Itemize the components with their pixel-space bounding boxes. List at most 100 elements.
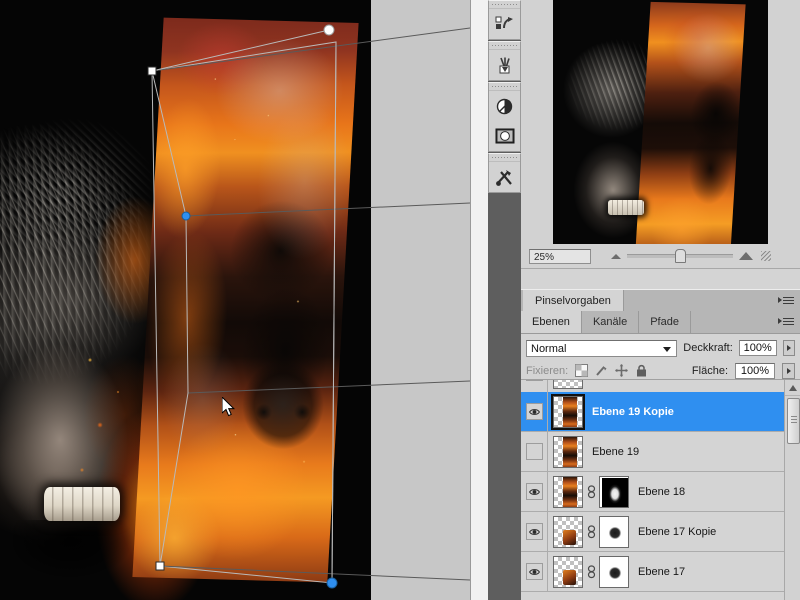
mask-link-icon[interactable] <box>587 484 596 499</box>
tab-pfade[interactable]: Pfade <box>639 311 691 333</box>
eye-icon[interactable] <box>525 443 543 460</box>
layers-panel-menu-icon[interactable] <box>778 316 794 328</box>
dock-grip[interactable] <box>489 1 520 9</box>
mask-content <box>608 525 623 541</box>
spark-particles <box>132 17 359 583</box>
adjustments-icon[interactable] <box>489 91 520 121</box>
layer-mask-thumbnail[interactable] <box>599 515 629 548</box>
thumbnail-content <box>563 529 576 545</box>
scroll-up-button[interactable] <box>785 380 800 396</box>
layer-visibility-toggle[interactable] <box>521 432 548 471</box>
zoom-slider-track[interactable] <box>627 249 733 263</box>
layer-name: Ebene 17 Kopie <box>638 525 717 538</box>
layer-visibility-toggle[interactable] <box>521 380 548 392</box>
brush-presets-panel-bar: Pinselvorgaben <box>521 289 800 313</box>
dock-group-tools <box>488 153 521 193</box>
layer-row[interactable]: Ebene 17 <box>521 552 785 592</box>
layer-visibility-toggle[interactable] <box>521 472 548 511</box>
photoshop-window: 25% Pinselvorgaben Ebenen Kanäle Pfade N… <box>0 0 800 600</box>
opacity-stepper[interactable] <box>782 340 795 356</box>
layer-thumbnail[interactable] <box>553 515 583 548</box>
lock-all-icon[interactable] <box>635 364 648 377</box>
mask-link-icon[interactable] <box>587 524 596 539</box>
layer-rows-host: Ebene 19 Kopie Ebene 19 Ebene 18 Ebene 17 K… <box>521 392 785 592</box>
layer-visibility-toggle[interactable] <box>521 392 548 431</box>
tab-ebenen[interactable]: Ebenen <box>521 311 582 333</box>
layers-panel: Ebenen Kanäle Pfade Normal Deckkraft: 10… <box>521 311 800 600</box>
layer-row[interactable]: Ebene 18 <box>521 472 785 512</box>
layer-list-scrollbar[interactable] <box>784 380 800 600</box>
navigator-thumbnail[interactable] <box>552 0 768 265</box>
scrollbar-thumb[interactable] <box>787 398 800 444</box>
collapsed-panel-dock[interactable] <box>488 0 521 600</box>
eye-glyph <box>528 528 540 535</box>
masks-icon[interactable] <box>489 121 520 151</box>
zoom-out-icon[interactable] <box>611 253 621 259</box>
navigator-footer: 25% <box>521 244 800 268</box>
artboard-image[interactable] <box>0 0 371 600</box>
opacity-input[interactable]: 100% <box>738 340 777 356</box>
mask-link-toggle[interactable] <box>586 563 596 581</box>
lock-image-pixels-icon[interactable] <box>595 364 608 377</box>
eye-icon[interactable] <box>525 483 543 500</box>
blend-mode-value: Normal <box>531 342 567 355</box>
eye-icon[interactable] <box>525 403 543 420</box>
brush-panel-menu-icon[interactable] <box>778 295 794 307</box>
eye-glyph <box>528 408 540 415</box>
eye-glyph <box>528 488 540 495</box>
layer-row[interactable]: Ebene 19 <box>521 432 785 472</box>
layers-panel-tabs: Ebenen Kanäle Pfade <box>521 311 800 334</box>
layer-list[interactable]: Ebene 2 Ebene 19 KopieEbene 19Ebene 18Eb… <box>521 379 800 600</box>
panel-resize-grip[interactable] <box>761 251 771 261</box>
blend-mode-select[interactable]: Normal <box>526 339 678 357</box>
dock-grip[interactable] <box>489 83 520 91</box>
layer-thumbnail[interactable] <box>553 555 583 588</box>
workspace-divider[interactable] <box>470 0 489 600</box>
tools-icon[interactable] <box>489 162 520 192</box>
layer-row[interactable]: Ebene 17 Kopie <box>521 512 785 552</box>
mask-content <box>608 565 623 581</box>
lock-transparent-pixels-icon[interactable] <box>575 364 589 377</box>
eye-icon[interactable] <box>525 523 543 540</box>
navigator-preview[interactable] <box>526 0 794 265</box>
fill-input[interactable]: 100% <box>735 362 775 379</box>
mask-link-toggle[interactable] <box>586 523 596 541</box>
layer-thumbnail[interactable] <box>551 393 585 430</box>
layer-thumbnail[interactable] <box>553 435 583 468</box>
fill-label: Fläche: <box>691 364 728 377</box>
lock-position-icon[interactable] <box>615 364 629 377</box>
fill-stepper[interactable] <box>782 362 795 379</box>
layer-row[interactable]: Ebene 19 Kopie <box>521 392 785 432</box>
layer-mask-thumbnail[interactable] <box>599 555 629 588</box>
thumbnail-content <box>563 569 576 585</box>
opacity-label: Deckkraft: <box>683 342 733 354</box>
layer-name: Ebene 19 Kopie <box>592 405 674 418</box>
dock-group-tool-presets <box>488 41 521 81</box>
navigator-zoom-input[interactable]: 25% <box>529 248 591 264</box>
eye-icon[interactable] <box>525 563 543 580</box>
history-icon[interactable] <box>489 9 520 39</box>
zoom-in-icon[interactable] <box>739 252 753 260</box>
tab-kanaele[interactable]: Kanäle <box>581 311 640 333</box>
canvas-area[interactable] <box>0 0 470 600</box>
tool-presets-icon[interactable] <box>489 50 520 80</box>
fire-page-layer[interactable] <box>132 17 359 583</box>
layer-thumbnail[interactable] <box>553 475 583 508</box>
layer-visibility-toggle[interactable] <box>521 512 548 551</box>
blend-mode-row: Normal Deckkraft: 100% <box>521 334 800 359</box>
mask-link-icon[interactable] <box>587 564 596 579</box>
lock-label: Fixieren: <box>526 364 569 377</box>
dock-grip[interactable] <box>489 154 520 162</box>
mask-link-toggle[interactable] <box>586 483 596 501</box>
layer-name: Ebene 18 <box>638 485 686 498</box>
layer-thumbnail[interactable] <box>553 380 583 389</box>
layer-mask-thumbnail[interactable] <box>599 475 629 508</box>
dock-group-history <box>488 0 521 40</box>
chevron-down-icon[interactable] <box>663 346 672 352</box>
eye-icon[interactable] <box>525 380 543 381</box>
layer-visibility-toggle[interactable] <box>521 552 548 591</box>
dock-grip[interactable] <box>489 42 520 50</box>
navigator-zoom-slider[interactable] <box>611 249 753 263</box>
tab-pinselvorgaben[interactable]: Pinselvorgaben <box>523 290 624 312</box>
zoom-slider-knob[interactable] <box>675 249 686 263</box>
